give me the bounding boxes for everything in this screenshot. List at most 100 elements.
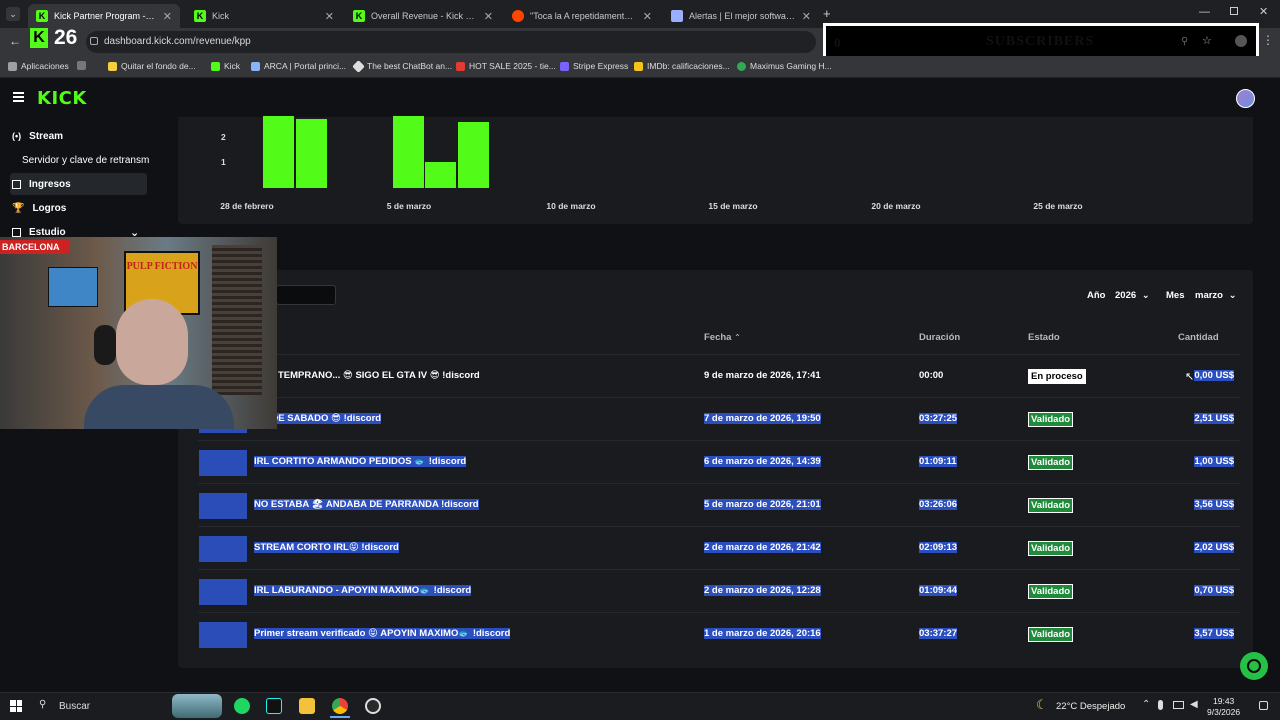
windows-start-icon[interactable] [10,700,22,712]
bookmark-imdb[interactable]: IMDb: calificaciones... [634,61,730,71]
stream-date: 1 de marzo de 2026, 20:16 [704,628,821,639]
stream-date: 2 de marzo de 2026, 21:42 [704,542,821,553]
new-tab-icon[interactable]: + [823,6,831,21]
obs-icon[interactable] [365,698,381,714]
stream-amount: 1,00 US$ [1194,456,1234,467]
table-row[interactable]: TEMPRANO... 😎 SIGO EL GTA IV 😎 !discord 9… [198,354,1240,397]
microphone-icon[interactable] [1158,700,1163,710]
tiktok-icon[interactable] [266,698,282,714]
chatbot-icon [352,59,365,73]
kick-logo[interactable]: KICK [37,88,87,109]
tab-kick-partner[interactable]: K Kick Partner Program - Kick Da ✕ [28,4,180,28]
tray-chevron-icon[interactable]: ⌃ [1142,699,1150,710]
network-icon[interactable] [1173,701,1184,709]
clock-date[interactable]: 9/3/2026 [1207,707,1240,717]
tab-reddit[interactable]: "Toca la A repetidamente para ✕ [504,4,660,28]
bookmark-stripe[interactable]: Stripe Express [560,61,628,71]
weather-text[interactable]: 22°C Despejado [1056,701,1125,712]
revenue-chart-card [178,117,1253,224]
stream-thumbnail[interactable] [199,536,247,562]
stream-duration: 01:09:44 [919,585,958,596]
close-tab-icon[interactable]: ✕ [484,10,493,23]
status-badge: Validado [1028,584,1074,599]
month-label: Mes [1166,290,1185,301]
table-row[interactable]: Primer stream verificado 😝 APOYIN MAXIMO… [198,612,1240,655]
sidebar-item-stream-key[interactable]: Servidor y clave de retransm [20,149,157,171]
close-tab-icon[interactable]: ✕ [325,10,334,23]
bookmark-grid[interactable] [77,61,86,70]
table-row[interactable]: IRL CORTITO ARMANDO PEDIDOS 🐟 !discord 6 … [198,440,1240,483]
stream-thumbnail[interactable] [199,579,247,605]
bookmark-star-icon[interactable]: ☆ [1202,34,1212,47]
stream-thumbnail[interactable] [199,493,247,519]
url-text[interactable]: dashboard.kick.com/revenue/kpp [104,36,251,47]
year-label: Año [1087,290,1106,301]
stream-date: 7 de marzo de 2026, 19:50 [704,413,821,424]
bookmark-arca[interactable]: ARCA | Portal princi... [251,61,346,71]
site-info-icon[interactable] [90,37,98,45]
stream-amount: 2,02 US$ [1194,542,1234,553]
stream-title: NO ESTABA 🏖 ANDABA DE PARRANDA !discord [254,499,479,510]
bookmark-apps[interactable]: Aplicaciones [8,61,69,71]
hotsale-icon [456,61,465,71]
tab-overall-revenue[interactable]: K Overall Revenue - Kick Dashbo ✕ [345,4,501,28]
bookmark-maximus[interactable]: Maximus Gaming H... [737,61,832,71]
stream-title: IRL LABURANDO - APOYIN MAXIMO🐟 !discord [254,585,472,596]
column-header-status[interactable]: Estado [1028,332,1060,343]
close-tab-icon[interactable]: ✕ [163,10,172,23]
stream-thumbnail[interactable] [199,622,247,648]
kick-favicon-icon: K [36,10,48,22]
imdb-icon [634,61,643,71]
chrome-icon[interactable] [332,698,348,714]
sidebar-item-logros[interactable]: 🏆 Logros [10,197,147,219]
month-select[interactable]: marzo ⌄ [1195,290,1237,301]
studio-icon [12,227,21,237]
person [84,299,234,429]
column-header-duration[interactable]: Duración [919,332,960,343]
bookmark-remove-bg[interactable]: Quitar el fondo de... [108,61,196,71]
chart-icon [12,179,21,189]
hamburger-menu-icon[interactable] [13,92,24,102]
status-badge: Validado [1028,541,1074,556]
stripe-icon [560,61,569,71]
file-explorer-icon[interactable] [299,698,315,714]
tab-list-dropdown-icon[interactable]: ⌄ [6,7,20,21]
trophy-icon: 🏆 [12,202,25,214]
chat-support-icon [1247,659,1261,673]
apps-grid-icon [8,61,17,71]
column-header-date[interactable]: Fecha ⌃ [704,332,741,343]
column-header-amount[interactable]: Cantidad [1178,332,1219,343]
sidebar-item-ingresos[interactable]: Ingresos [10,173,147,195]
tab-kick[interactable]: K Kick ✕ [186,4,342,28]
close-tab-icon[interactable]: ✕ [643,10,652,23]
spotify-icon[interactable] [234,698,250,714]
bookmark-kick[interactable]: Kick [211,61,240,71]
table-row[interactable]: IRL LABURANDO - APOYIN MAXIMO🐟 !discord 2… [198,569,1240,612]
volume-icon[interactable]: ◀ [1190,699,1198,710]
bookmark-hotsale[interactable]: HOT SALE 2025 - tie... [456,61,556,71]
sidebar-item-stream[interactable]: (•) Stream [10,125,147,147]
table-row[interactable]: NO ESTABA 🏖 ANDABA DE PARRANDA !discord 5… [198,483,1240,526]
stream-thumbnail[interactable] [199,450,247,476]
stream-amount: 0,00 US$ [1194,370,1234,381]
table-row[interactable]: STREAM CORTO IRL😝 !discord 2 de marzo de … [198,526,1240,569]
menu-dots-icon[interactable]: ⋮ [1262,33,1274,47]
stream-duration: 03:27:25 [919,413,958,424]
user-avatar[interactable] [1236,89,1255,108]
stream-date: 9 de marzo de 2026, 17:41 [704,370,821,381]
back-icon[interactable]: ← [9,34,21,48]
profile-icon[interactable] [1235,35,1247,47]
tab-alertas[interactable]: Alertas | El mejor software para ✕ [663,4,819,28]
chrome-active-indicator [330,716,350,718]
bookmark-chatbot[interactable]: The best ChatBot an... [352,59,452,73]
notifications-icon[interactable] [1259,701,1268,710]
restore-icon[interactable] [1230,7,1238,15]
minimize-icon[interactable]: — [1199,6,1210,18]
clock-time[interactable]: 19:43 [1213,696,1234,706]
zoom-icon[interactable]: ⚲ [1181,36,1188,47]
table-row[interactable]: AM DE SABADO 😎 !discord 7 de marzo de 202… [198,397,1240,440]
year-select[interactable]: 2026 ⌄ [1115,290,1150,301]
close-window-icon[interactable]: ✕ [1259,5,1268,18]
close-tab-icon[interactable]: ✕ [802,10,811,23]
search-input[interactable] [276,285,336,305]
